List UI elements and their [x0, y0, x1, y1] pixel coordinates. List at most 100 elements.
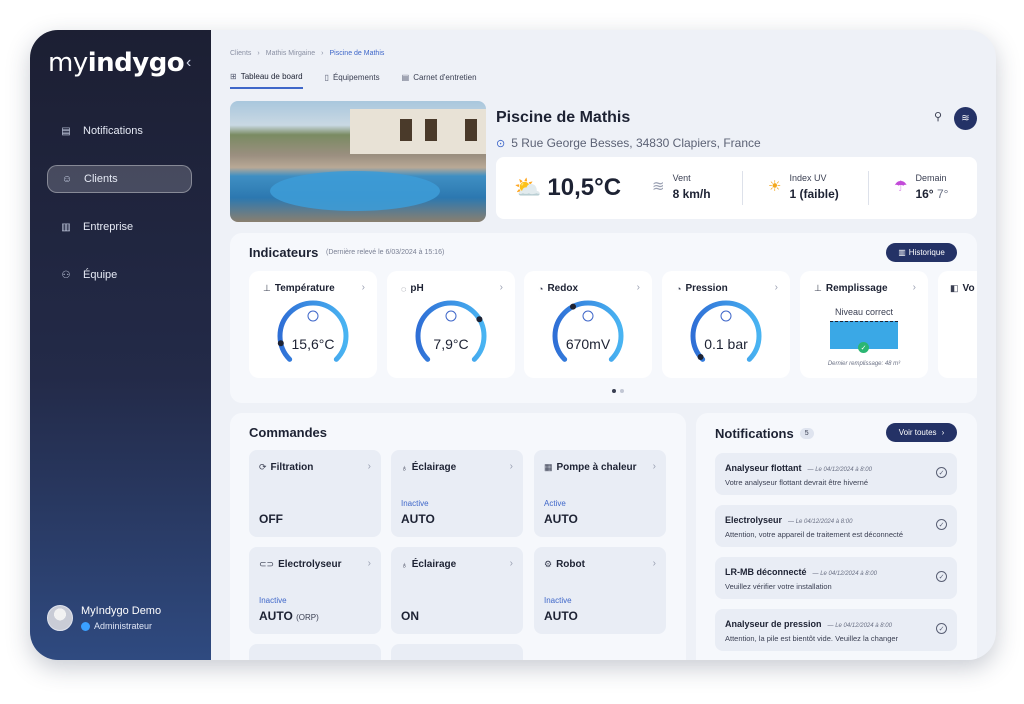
pool-badge-icon[interactable]: ≋: [954, 107, 977, 130]
command-label: Filtration: [270, 462, 314, 473]
chevron-right-icon: ›: [499, 282, 503, 293]
command-card-filtration[interactable]: ⟳ Filtration › OFF: [249, 450, 381, 537]
lightbulb-icon: ♁: [401, 559, 408, 570]
users-icon: ☺: [61, 173, 73, 185]
tomorrow-high: 16°: [915, 187, 934, 201]
command-card-robot[interactable]: ⚙ Robot › Inactive AUTO: [534, 547, 666, 634]
robot-icon: ⚙: [544, 559, 553, 569]
tab-label: Tableau de board: [240, 72, 303, 81]
gauge: [277, 300, 349, 362]
chevron-right-icon: ›: [361, 282, 365, 293]
wind-icon: ≋: [652, 178, 665, 195]
user-name: MyIndygo Demo: [81, 605, 162, 617]
weather-card: ⛅ 10,5°C ≋ Vent 8 km/h ☀ Index UV 1 (faibl…: [496, 157, 977, 219]
indicator-label: Redox: [547, 283, 578, 294]
command-card-partial[interactable]: [391, 644, 523, 660]
page-title: Piscine de Mathis: [496, 109, 631, 126]
sidebar: myindygo ‹ ▤ Notifications ☺ Clients ▥ E…: [30, 30, 211, 660]
check-circle-icon[interactable]: ✓: [936, 519, 947, 530]
command-value: OFF: [259, 512, 283, 526]
gauge: [690, 300, 762, 362]
notification-item[interactable]: LR-MB déconnecté — Le 04/12/2024 à 8:00 V…: [715, 557, 957, 599]
commands-title: Commandes: [249, 425, 328, 440]
indicator-label: Remplissage: [825, 283, 888, 294]
main-content: Clients › Mathis Mirgaine › Piscine de Mathi…: [211, 30, 996, 660]
indicator-card-temperature[interactable]: ⊥ Température › 15,6°C: [249, 271, 377, 378]
notification-desc: Votre analyseur flottant devrait être hi…: [725, 478, 868, 487]
tomorrow-low: 7°: [936, 187, 949, 201]
breadcrumb-current: Piscine de Mathis: [329, 50, 385, 57]
avatar: [47, 605, 73, 631]
sun-icon: ☀: [768, 178, 782, 195]
indicator-card-redox[interactable]: ◔ Redox › 670mV: [524, 271, 652, 378]
sidebar-item-notifications[interactable]: ▤ Notifications: [47, 117, 192, 145]
indicator-label: pH: [410, 283, 424, 294]
logo-bold-text: indygo: [87, 48, 185, 78]
weather-temperature: 10,5°C: [547, 174, 622, 201]
indicator-value: 670mV: [565, 336, 611, 352]
collapse-sidebar-icon[interactable]: ‹: [186, 54, 191, 72]
sidebar-item-clients[interactable]: ☺ Clients: [47, 165, 192, 193]
chart-icon: ▥: [898, 248, 906, 257]
check-circle-icon[interactable]: ✓: [936, 467, 947, 478]
command-label: Robot: [556, 559, 585, 570]
check-circle-icon[interactable]: ✓: [936, 623, 947, 634]
indicator-card-pression[interactable]: ◔ Pression › 0.1 bar: [662, 271, 790, 378]
pool-address: ⊙ 5 Rue George Besses, 34830 Clapiers, Fr…: [496, 136, 761, 150]
notification-item[interactable]: Analyseur de pression — Le 04/12/2024 à 8…: [715, 609, 957, 651]
command-card-eclairage-2[interactable]: ♁ Éclairage › ON: [391, 547, 523, 634]
command-label: Éclairage: [411, 559, 457, 570]
indicator-card-partial[interactable]: ◧ Vo: [938, 271, 977, 378]
rain-cloud-icon: ☂: [894, 178, 908, 195]
tab-bar: ⊞ Tableau de board ▯ Équipements ▤ Carnet d…: [230, 72, 499, 89]
sidebar-item-entreprise[interactable]: ▥ Entreprise: [47, 213, 192, 241]
history-button[interactable]: ▥ Historique: [886, 243, 957, 262]
tab-equipements[interactable]: ▯ Équipements: [325, 72, 380, 89]
command-label: Pompe à chaleur: [556, 462, 637, 473]
notification-date: Le 04/12/2024 à 8:00: [795, 519, 853, 525]
command-value: AUTO: [259, 609, 293, 623]
clipboard-icon: ▤: [61, 125, 71, 137]
tomorrow-label: Demain: [915, 173, 947, 183]
status-icon: [445, 310, 457, 322]
command-card-electrolyseur[interactable]: ⊂⊃ Electrolyseur › Inactive AUTO (ORP): [249, 547, 381, 634]
notification-item[interactable]: Analyseur flottant — Le 04/12/2024 à 8:00…: [715, 453, 957, 495]
tab-dashboard[interactable]: ⊞ Tableau de board: [230, 72, 303, 89]
notifications-panel: Notifications 5 Voir toutes › Analyseur fl…: [696, 413, 977, 660]
notifications-count-badge: 5: [799, 428, 814, 439]
breadcrumb-client[interactable]: Mathis Mirgaine: [266, 50, 315, 57]
filter-icon: ⟳: [259, 462, 267, 472]
command-value: AUTO: [544, 609, 578, 623]
command-card-pompe[interactable]: ▦ Pompe à chaleur › Active AUTO: [534, 450, 666, 537]
notification-date: Le 04/12/2024 à 8:00: [820, 571, 877, 577]
building-icon: ▥: [61, 221, 71, 233]
user-profile[interactable]: MyIndygo Demo Administrateur: [47, 605, 161, 631]
indicator-card-remplissage[interactable]: ⊥ Remplissage › Niveau correct ✓ Dernier …: [800, 271, 928, 378]
sidebar-item-label: Entreprise: [83, 221, 134, 233]
command-value: ON: [401, 609, 419, 623]
gauge-marker: [476, 316, 483, 323]
command-card-eclairage[interactable]: ♁ Éclairage › Inactive AUTO: [391, 450, 523, 537]
notification-item[interactable]: Electrolyseur — Le 04/12/2024 à 8:00 Atte…: [715, 505, 957, 547]
sidebar-item-equipe[interactable]: ⚇ Équipe: [47, 261, 192, 289]
command-status: Inactive: [544, 596, 572, 605]
check-circle-icon[interactable]: ✓: [936, 571, 947, 582]
wind-block: ≋ Vent 8 km/h: [652, 173, 711, 201]
carousel-dots[interactable]: [610, 389, 626, 393]
chevron-right-icon: ›: [912, 282, 916, 293]
chevron-right-icon: ›: [509, 461, 513, 472]
check-icon: ✓: [858, 342, 869, 353]
breadcrumb: Clients › Mathis Mirgaine › Piscine de Mathi…: [230, 50, 385, 57]
tab-carnet[interactable]: ▤ Carnet d'entretien: [402, 72, 477, 89]
gauge: [415, 300, 487, 362]
water-level-icon: ⊥: [814, 283, 822, 293]
breadcrumb-clients[interactable]: Clients: [230, 50, 251, 57]
notification-title: Analyseur flottant: [725, 463, 802, 473]
chevron-right-icon: ›: [636, 282, 640, 293]
person-icon[interactable]: ⚲: [934, 110, 942, 123]
sidebar-item-label: Notifications: [83, 125, 143, 137]
indicator-value: 7,9°C: [433, 336, 469, 352]
command-card-partial[interactable]: [249, 644, 381, 660]
see-all-button[interactable]: Voir toutes ›: [886, 423, 957, 442]
indicator-card-ph[interactable]: ◌ pH › 7,9°C: [387, 271, 515, 378]
